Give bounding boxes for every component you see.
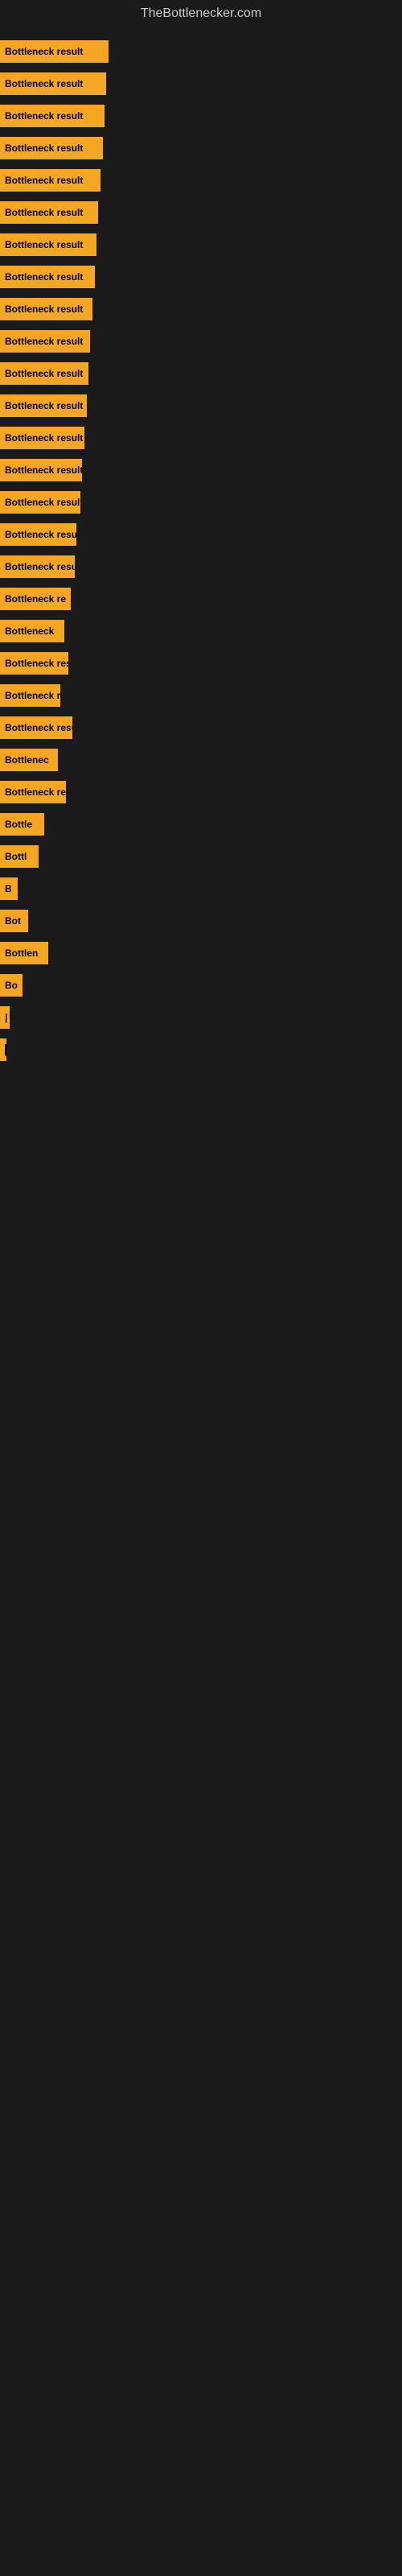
bar-row: Bot [0,905,402,937]
bottleneck-bar: Bottleneck [0,620,64,642]
bottleneck-bar: Bottlen [0,942,48,964]
bar-row: Bottleneck result [0,196,402,229]
bar-row: Bottleneck res [0,647,402,679]
bottleneck-bar: Bottleneck result [0,266,95,288]
bottleneck-bar: ▌ [0,1038,6,1061]
bar-row: Bottleneck result [0,132,402,164]
bottleneck-bar: Bo [0,974,23,997]
bottleneck-bar: Bottleneck result [0,362,88,385]
bottleneck-bar: Bottleneck res [0,652,68,675]
bottleneck-bar: Bottleneck result [0,427,84,449]
bottleneck-bar: Bottlenec [0,749,58,771]
bottleneck-bar: Bottleneck r [0,684,60,707]
bar-row: Bottleneck resu [0,712,402,744]
bar-row: Bottleneck result [0,454,402,486]
bar-row: Bottleneck result [0,100,402,132]
bottleneck-bar: Bottleneck resu [0,716,72,739]
bottleneck-bar: Bottleneck result [0,201,98,224]
bottleneck-bar: Bottl [0,845,39,868]
bottleneck-bar: Bottleneck result [0,72,106,95]
bar-row: Bottleneck result [0,325,402,357]
bar-row: Bottleneck result [0,164,402,196]
bar-row: Bottleneck result [0,35,402,68]
bottleneck-bar: Bottle [0,813,44,836]
bottleneck-bar: | [0,1006,10,1029]
bars-container: Bottleneck result Bottleneck result Bottle… [0,27,402,1074]
bar-row: Bottleneck re [0,583,402,615]
bottleneck-bar: Bottleneck result [0,233,96,256]
bar-row: Bottl [0,840,402,873]
bar-row: Bottleneck result [0,486,402,518]
bottleneck-bar: Bottleneck re [0,588,71,610]
bar-row: Bottleneck result [0,68,402,100]
bar-row: Bottleneck r [0,679,402,712]
bar-row: Bottle [0,808,402,840]
bottleneck-bar: Bot [0,910,28,932]
bar-row: Bottleneck result [0,357,402,390]
site-title: TheBottlenecker.com [0,0,402,27]
bar-row: B [0,873,402,905]
bar-row: Bottleneck [0,615,402,647]
bar-row: Bottleneck re [0,776,402,808]
bar-row: Bottleneck result [0,551,402,583]
bar-row: Bottlen [0,937,402,969]
bar-row: Bottleneck result [0,293,402,325]
bottleneck-bar: Bottleneck resu [0,523,76,546]
bottleneck-bar: Bottleneck result [0,298,92,320]
bottleneck-bar: Bottleneck result [0,330,90,353]
bottleneck-bar: Bottleneck result [0,137,103,159]
bar-row: ▌ [0,1034,402,1066]
bottleneck-bar: Bottleneck result [0,169,100,192]
bar-row: Bottlenec [0,744,402,776]
bar-row: Bo [0,969,402,1001]
bar-row: Bottleneck result [0,390,402,422]
bar-row: Bottleneck resu [0,518,402,551]
bottleneck-bar: Bottleneck result [0,394,87,417]
bar-row: Bottleneck result [0,422,402,454]
bottleneck-bar: Bottleneck result [0,40,109,63]
bottleneck-bar: Bottleneck result [0,459,82,481]
bottleneck-bar: B [0,877,18,900]
bottleneck-bar: Bottleneck result [0,491,80,514]
bottleneck-bar: Bottleneck result [0,555,75,578]
bottleneck-bar: Bottleneck result [0,105,105,127]
bar-row: Bottleneck result [0,229,402,261]
bar-row: Bottleneck result [0,261,402,293]
bar-row: | [0,1001,402,1034]
bottleneck-bar: Bottleneck re [0,781,66,803]
